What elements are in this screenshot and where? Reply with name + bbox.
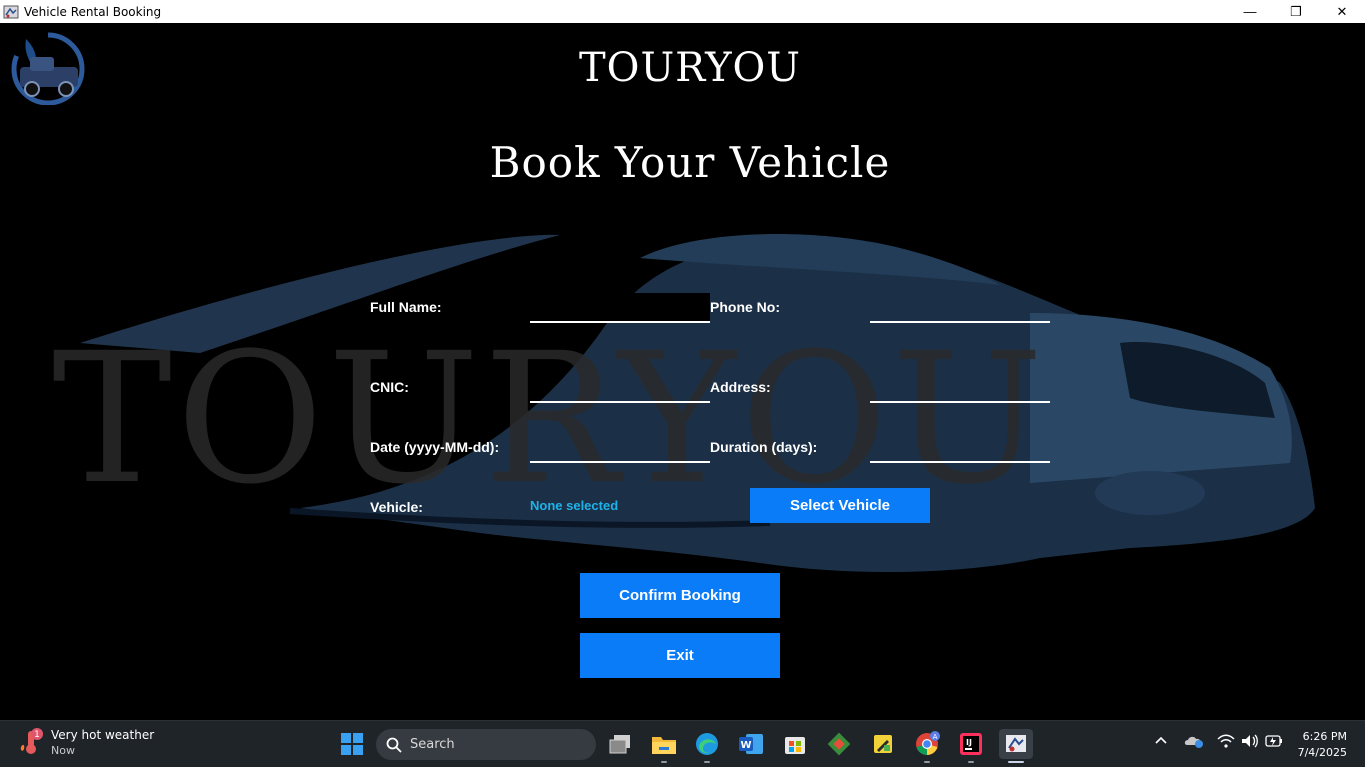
task-view-icon[interactable] (605, 729, 635, 759)
exit-button[interactable]: Exit (580, 633, 780, 678)
minimize-button[interactable]: — (1227, 0, 1273, 23)
duration-label: Duration (days): (710, 439, 818, 455)
weather-title: Very hot weather (51, 727, 155, 742)
onedrive-icon[interactable] (1184, 733, 1204, 752)
full-name-label: Full Name: (370, 299, 442, 315)
edge-icon[interactable] (692, 729, 722, 759)
weather-widget[interactable]: 1 Very hot weather Now (16, 727, 154, 757)
window-title: Vehicle Rental Booking (24, 4, 162, 19)
thermometer-icon: 1 (16, 727, 46, 757)
java-app-icon[interactable] (999, 729, 1033, 759)
address-label: Address: (710, 379, 771, 395)
confirm-booking-button[interactable]: Confirm Booking (580, 573, 780, 618)
chrome-running-indicator (924, 761, 930, 763)
git-icon[interactable] (824, 729, 854, 759)
vehicle-label: Vehicle: (370, 499, 423, 515)
restore-button[interactable]: ❐ (1273, 0, 1319, 23)
search-placeholder: Search (410, 737, 455, 752)
date-label: Date (yyyy-MM-dd): (370, 439, 500, 455)
cnic-field[interactable] (530, 373, 710, 403)
cnic-label: CNIC: (370, 379, 409, 395)
svg-text:A: A (933, 733, 938, 741)
chevron-up-icon[interactable] (1154, 733, 1168, 750)
taskbar-search-box[interactable]: Search (376, 729, 596, 760)
explorer-running-indicator (661, 761, 667, 763)
vehicle-selection-status: None selected (530, 498, 619, 513)
brand-title: TOURYOU (579, 45, 801, 91)
clock-date: 7/4/2025 (1297, 746, 1347, 759)
start-icon[interactable] (337, 729, 367, 759)
battery-icon[interactable] (1265, 733, 1283, 752)
intellij-running-indicator (968, 761, 974, 763)
svg-text:IJ: IJ (966, 738, 972, 747)
system-clock[interactable]: 6:26 PM 7/4/2025 (1298, 729, 1347, 761)
phone-field[interactable] (870, 293, 1050, 323)
pencil-tool-icon[interactable] (868, 729, 898, 759)
app-icon (3, 5, 19, 18)
weather-badge: 1 (34, 730, 40, 740)
app-window: TOURYOU TOURYOU Book Your Vehicle Full N… (0, 23, 1365, 720)
duration-field[interactable] (870, 433, 1050, 463)
search-icon (386, 737, 402, 753)
svg-text:W: W (740, 740, 751, 751)
taskbar: 1 Very hot weather Now Search W A IJ 6:2… (0, 720, 1365, 767)
chrome-icon[interactable]: A (912, 729, 942, 759)
weather-time: Now (51, 743, 75, 757)
address-field[interactable] (870, 373, 1050, 403)
edge-running-indicator (704, 761, 710, 763)
word-icon[interactable]: W (736, 729, 766, 759)
file-explorer-icon[interactable] (649, 729, 679, 759)
clock-time: 6:26 PM (1302, 730, 1347, 743)
window-title-bar: Vehicle Rental Booking — ❐ ✕ (0, 0, 1365, 23)
wifi-icon[interactable] (1217, 733, 1235, 752)
store-icon[interactable] (780, 729, 810, 759)
date-field[interactable] (530, 433, 710, 463)
java-app-active-indicator (1008, 761, 1024, 763)
close-button[interactable]: ✕ (1319, 0, 1365, 23)
intellij-icon[interactable]: IJ (956, 729, 986, 759)
volume-icon[interactable] (1241, 733, 1259, 752)
phone-label: Phone No: (710, 299, 780, 315)
full-name-field[interactable] (530, 293, 710, 323)
page-heading: Book Your Vehicle (489, 138, 891, 187)
select-vehicle-button[interactable]: Select Vehicle (750, 488, 930, 523)
